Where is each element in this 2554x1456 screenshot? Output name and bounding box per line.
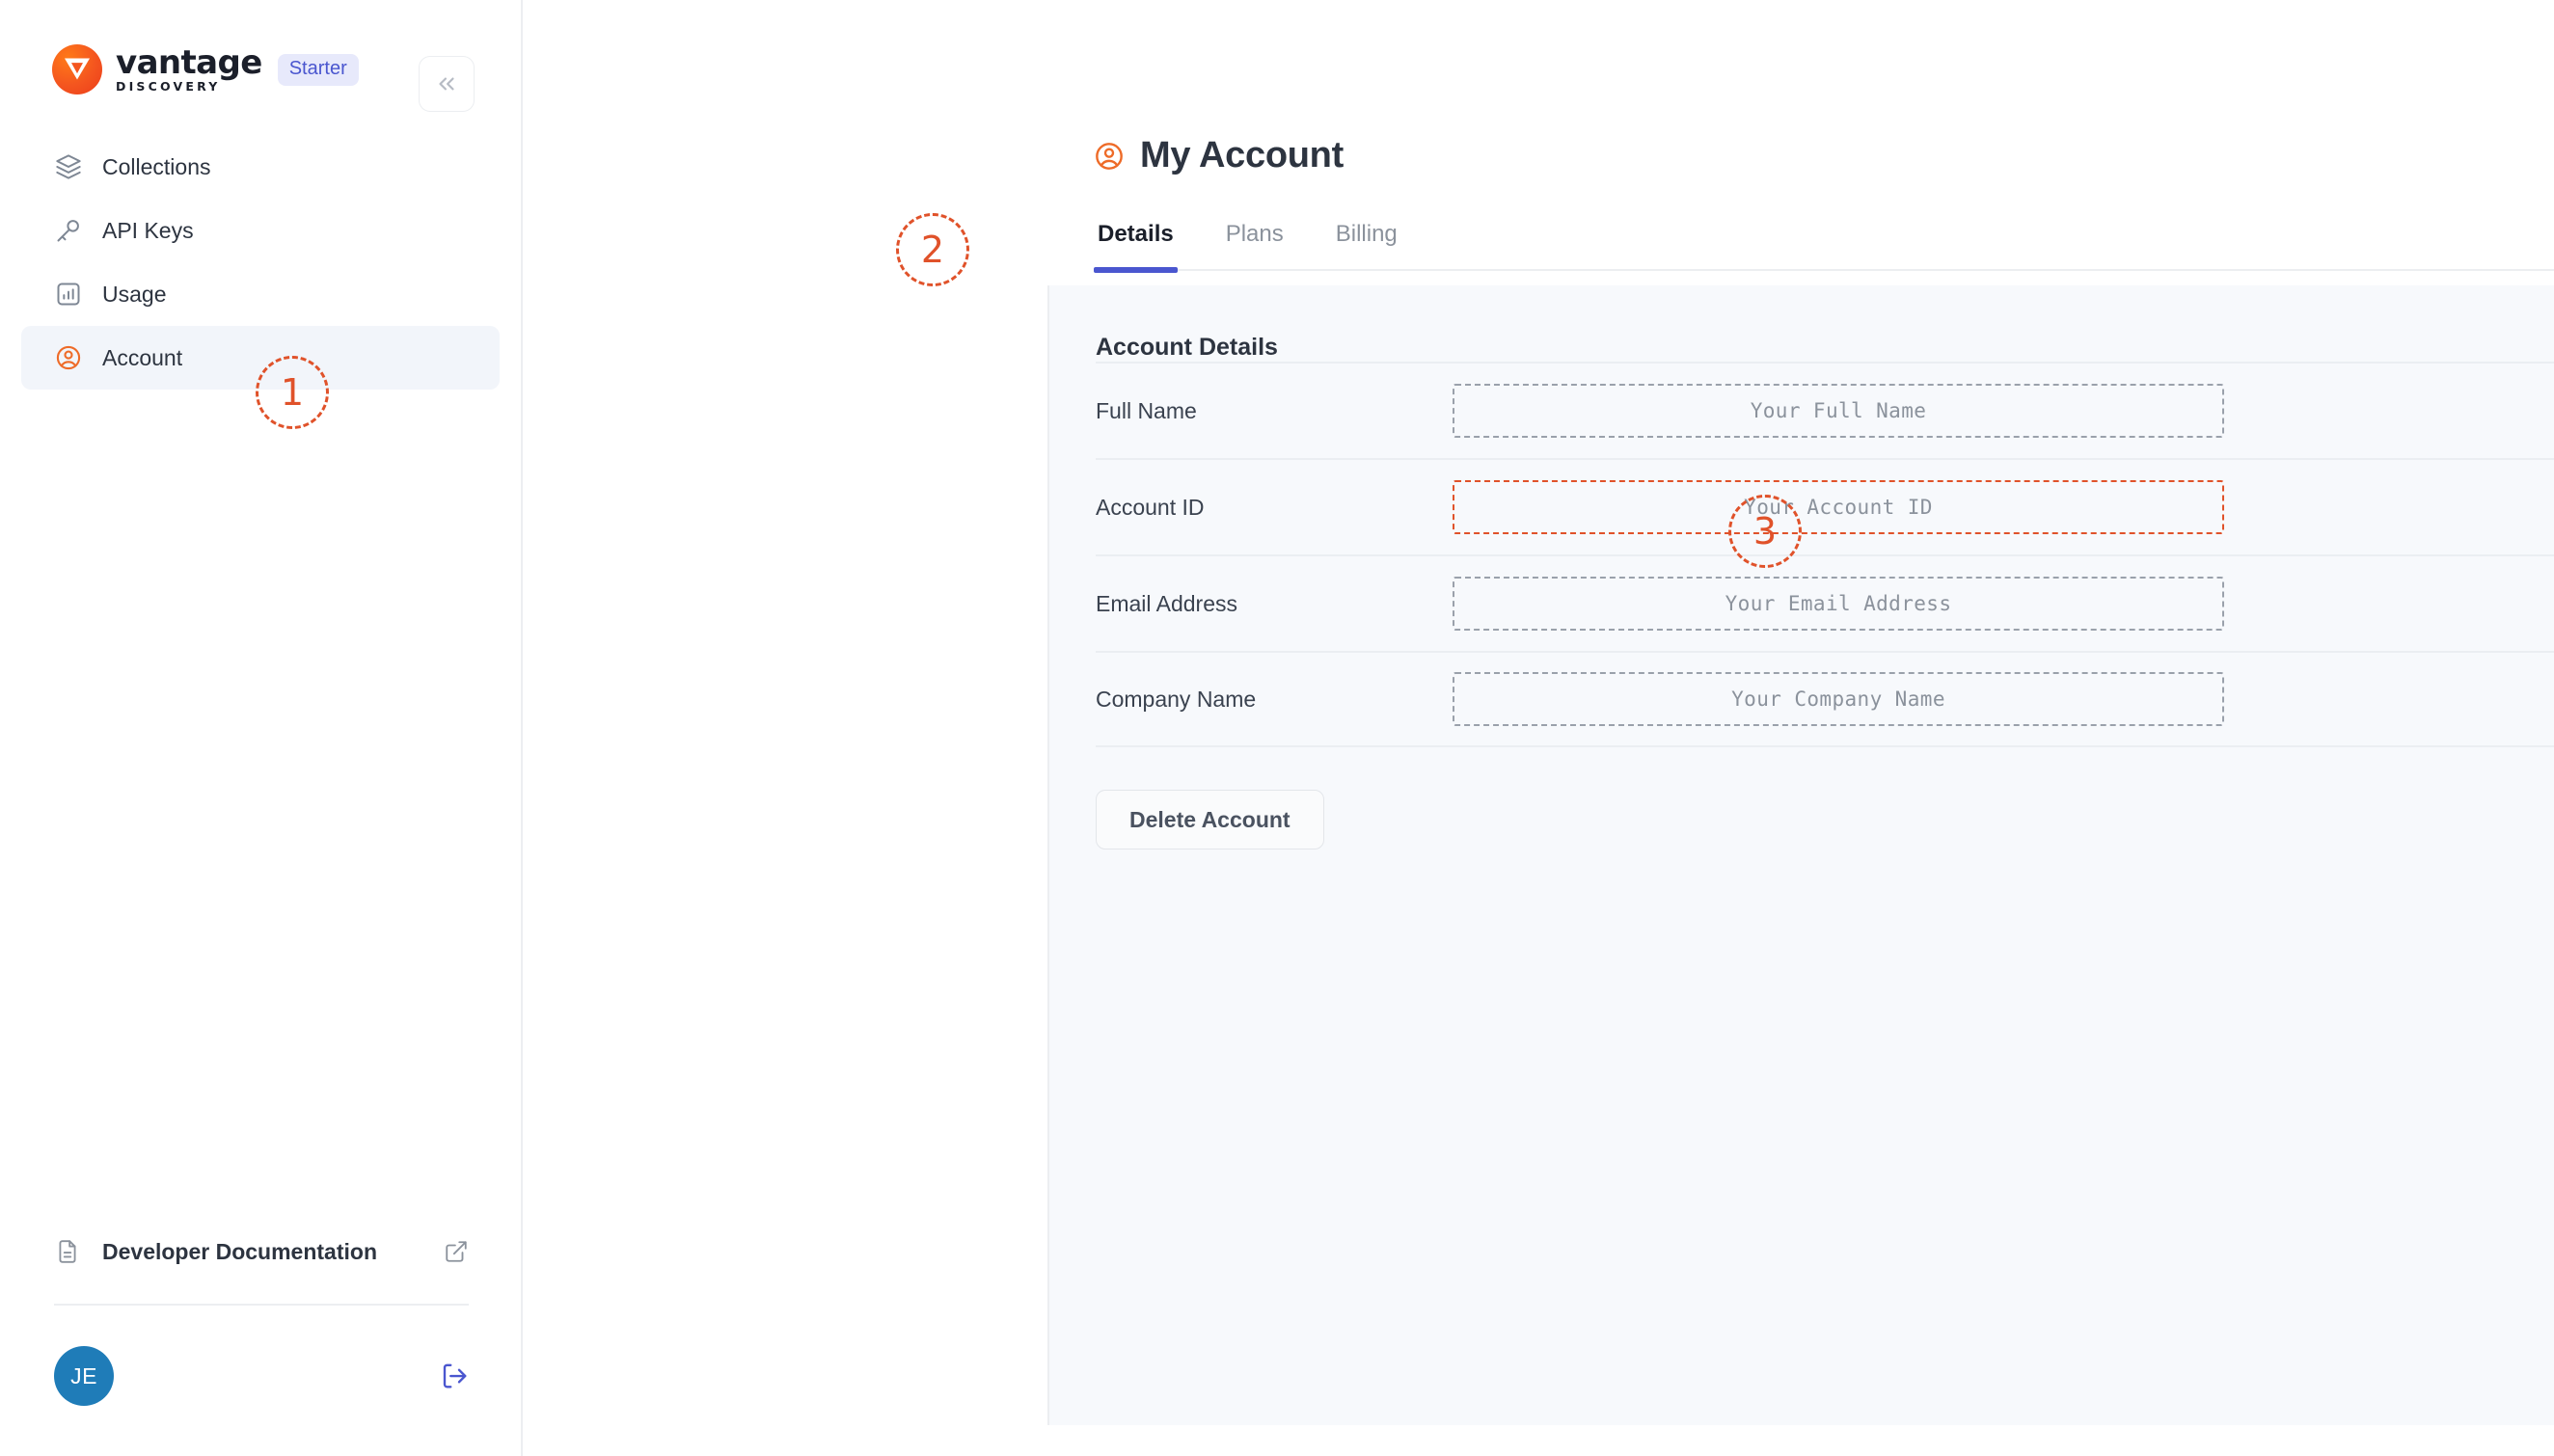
full-name-input[interactable]: Your Full Name (1453, 384, 2224, 438)
tab-billing[interactable]: Billing (1332, 221, 1401, 269)
app-root: vantage DISCOVERY Starter Collections AP… (0, 0, 2554, 1456)
plan-badge: Starter (277, 53, 359, 86)
sidebar-item-label: Collections (102, 153, 211, 179)
field-placeholder: Your Account ID (1744, 496, 1933, 519)
sidebar: vantage DISCOVERY Starter Collections AP… (0, 0, 523, 1456)
sidebar-item-collections[interactable]: Collections (21, 135, 500, 199)
company-name-input[interactable]: Your Company Name (1453, 672, 2224, 726)
field-label: Account ID (1096, 494, 1205, 520)
external-link-icon (444, 1239, 469, 1264)
field-row-account-id: Account ID Your Account ID (1096, 458, 2554, 554)
field-placeholder: Your Full Name (1750, 399, 1927, 422)
sidebar-nav: Collections API Keys Usage Account (0, 135, 521, 390)
field-placeholder: Your Email Address (1725, 592, 1952, 615)
key-icon (54, 216, 83, 245)
tab-details[interactable]: Details (1094, 221, 1178, 273)
page-header: My Account (523, 0, 2554, 176)
brand-name: vantage (116, 42, 262, 82)
user-circle-icon (54, 343, 83, 372)
user-row: JE (21, 1306, 502, 1414)
document-icon (54, 1238, 81, 1265)
field-label: Full Name (1096, 397, 1197, 423)
panel-inner: Account Details Full Name Your Full Name… (1049, 285, 2554, 849)
layers-icon (54, 152, 83, 181)
brand-subtitle: DISCOVERY (116, 78, 221, 94)
avatar[interactable]: JE (54, 1346, 114, 1406)
field-row-email-address: Email Address Your Email Address (1096, 554, 2554, 651)
section-title: Account Details (1096, 334, 1278, 361)
sidebar-item-label: Account (102, 344, 183, 370)
email-address-input[interactable]: Your Email Address (1453, 577, 2224, 631)
sidebar-item-label: Usage (102, 281, 167, 307)
vantage-logo-icon (52, 44, 102, 94)
sidebar-item-label: API Keys (102, 217, 194, 243)
sidebar-collapse-button[interactable] (419, 56, 475, 112)
field-label: Email Address (1096, 590, 1238, 616)
account-id-input[interactable]: Your Account ID (1453, 480, 2224, 534)
chevron-double-left-icon (439, 77, 454, 91)
logout-icon[interactable] (440, 1362, 469, 1390)
page-title: My Account (1094, 135, 2554, 176)
bar-chart-icon (54, 280, 83, 309)
field-row-full-name: Full Name Your Full Name (1096, 362, 2554, 458)
account-details-panel: Account Details Full Name Your Full Name… (1047, 285, 2554, 1425)
tab-bar: Details Plans Billing (1094, 221, 2554, 273)
delete-account-button[interactable]: Delete Account (1096, 790, 1324, 849)
tab-plans[interactable]: Plans (1222, 221, 1288, 269)
sidebar-item-account[interactable]: Account (21, 326, 500, 390)
main-content: My Account Details Plans Billing Account… (523, 0, 2554, 1456)
field-label: Company Name (1096, 686, 1257, 712)
sidebar-item-api-keys[interactable]: API Keys (21, 199, 500, 262)
developer-documentation-link[interactable]: Developer Documentation (21, 1221, 502, 1282)
field-placeholder: Your Company Name (1731, 688, 1945, 711)
sidebar-item-usage[interactable]: Usage (21, 262, 500, 326)
developer-documentation-label: Developer Documentation (102, 1238, 377, 1264)
brand-wordmark: vantage DISCOVERY (116, 46, 262, 94)
page-title-text: My Account (1140, 135, 1344, 175)
user-circle-icon (1094, 141, 1125, 172)
sidebar-footer: Developer Documentation JE (0, 1221, 523, 1456)
field-row-company-name: Company Name Your Company Name (1096, 651, 2554, 747)
